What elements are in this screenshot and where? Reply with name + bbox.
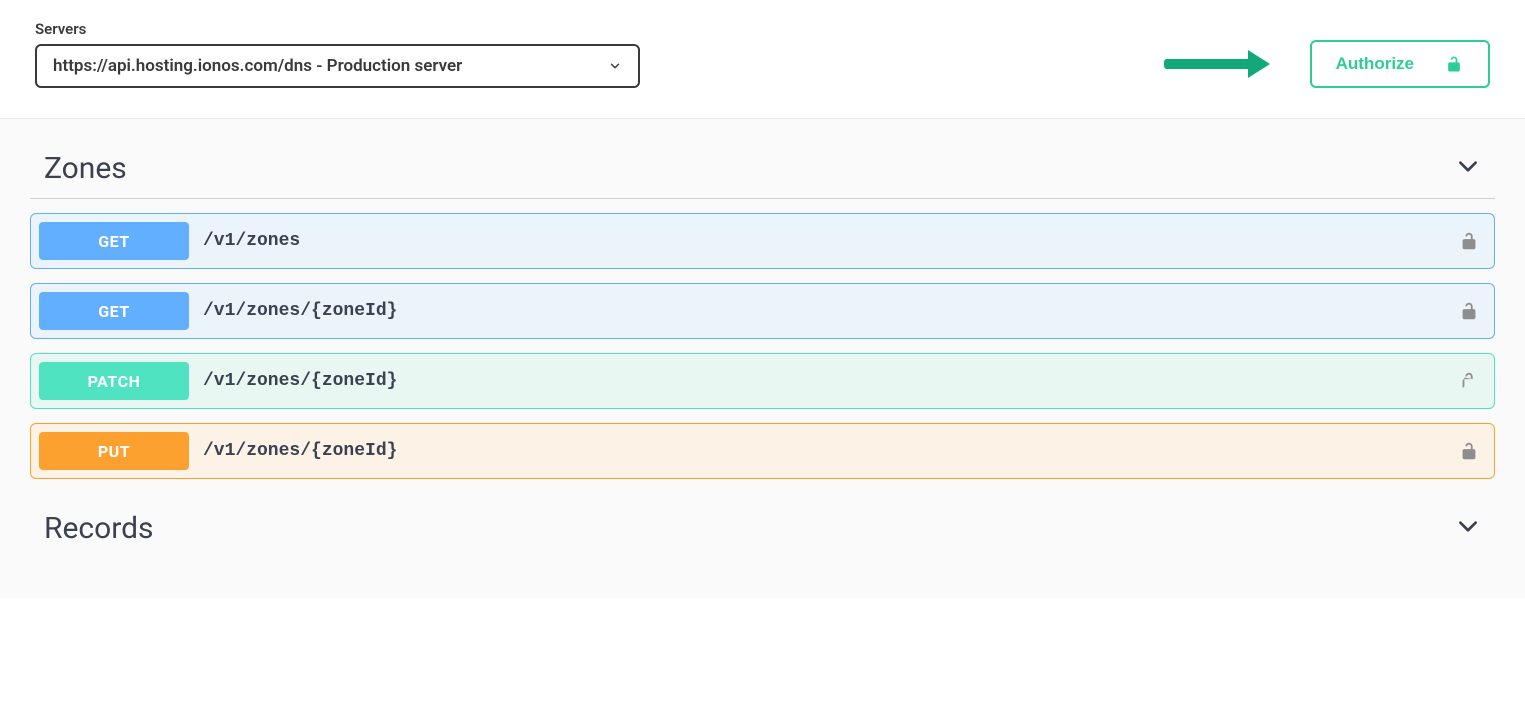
chevron-down-icon xyxy=(1455,514,1481,544)
method-badge-patch: PATCH xyxy=(39,362,189,400)
chevron-down-icon xyxy=(608,59,622,73)
unlock-icon xyxy=(1444,54,1464,74)
servers-authorize-bar: Servers https://api.hosting.ionos.com/dn… xyxy=(0,0,1525,119)
unlock-icon xyxy=(1458,370,1480,392)
authorize-area: Authorize xyxy=(1164,40,1490,88)
method-badge-put: PUT xyxy=(39,432,189,470)
unlock-icon xyxy=(1458,300,1480,322)
method-badge-get: GET xyxy=(39,292,189,330)
tag-title: Zones xyxy=(44,151,127,186)
tag-header-records[interactable]: Records xyxy=(30,499,1495,558)
operation-row[interactable]: GET /v1/zones xyxy=(30,213,1495,269)
operations-section: Zones GET /v1/zones GET /v1/zones/{zoneI… xyxy=(0,119,1525,598)
servers-select[interactable]: https://api.hosting.ionos.com/dns - Prod… xyxy=(35,44,640,88)
operation-path: /v1/zones/{zoneId} xyxy=(203,441,1458,461)
tag-header-zones[interactable]: Zones xyxy=(30,139,1495,199)
servers-label: Servers xyxy=(35,20,640,38)
servers-block: Servers https://api.hosting.ionos.com/dn… xyxy=(35,20,640,88)
operation-row[interactable]: PATCH /v1/zones/{zoneId} xyxy=(30,353,1495,409)
operation-path: /v1/zones/{zoneId} xyxy=(203,371,1458,391)
method-badge-get: GET xyxy=(39,222,189,260)
authorize-button-label: Authorize xyxy=(1336,54,1414,74)
unlock-icon xyxy=(1458,440,1480,462)
operation-row[interactable]: GET /v1/zones/{zoneId} xyxy=(30,283,1495,339)
tag-title: Records xyxy=(44,511,154,546)
servers-selected-value: https://api.hosting.ionos.com/dns - Prod… xyxy=(53,56,608,76)
chevron-down-icon xyxy=(1455,154,1481,184)
operation-row[interactable]: PUT /v1/zones/{zoneId} xyxy=(30,423,1495,479)
unlock-icon xyxy=(1458,230,1480,252)
arrow-annotation xyxy=(1164,50,1270,78)
authorize-button[interactable]: Authorize xyxy=(1310,40,1490,88)
operation-path: /v1/zones xyxy=(203,231,1458,251)
operation-path: /v1/zones/{zoneId} xyxy=(203,301,1458,321)
